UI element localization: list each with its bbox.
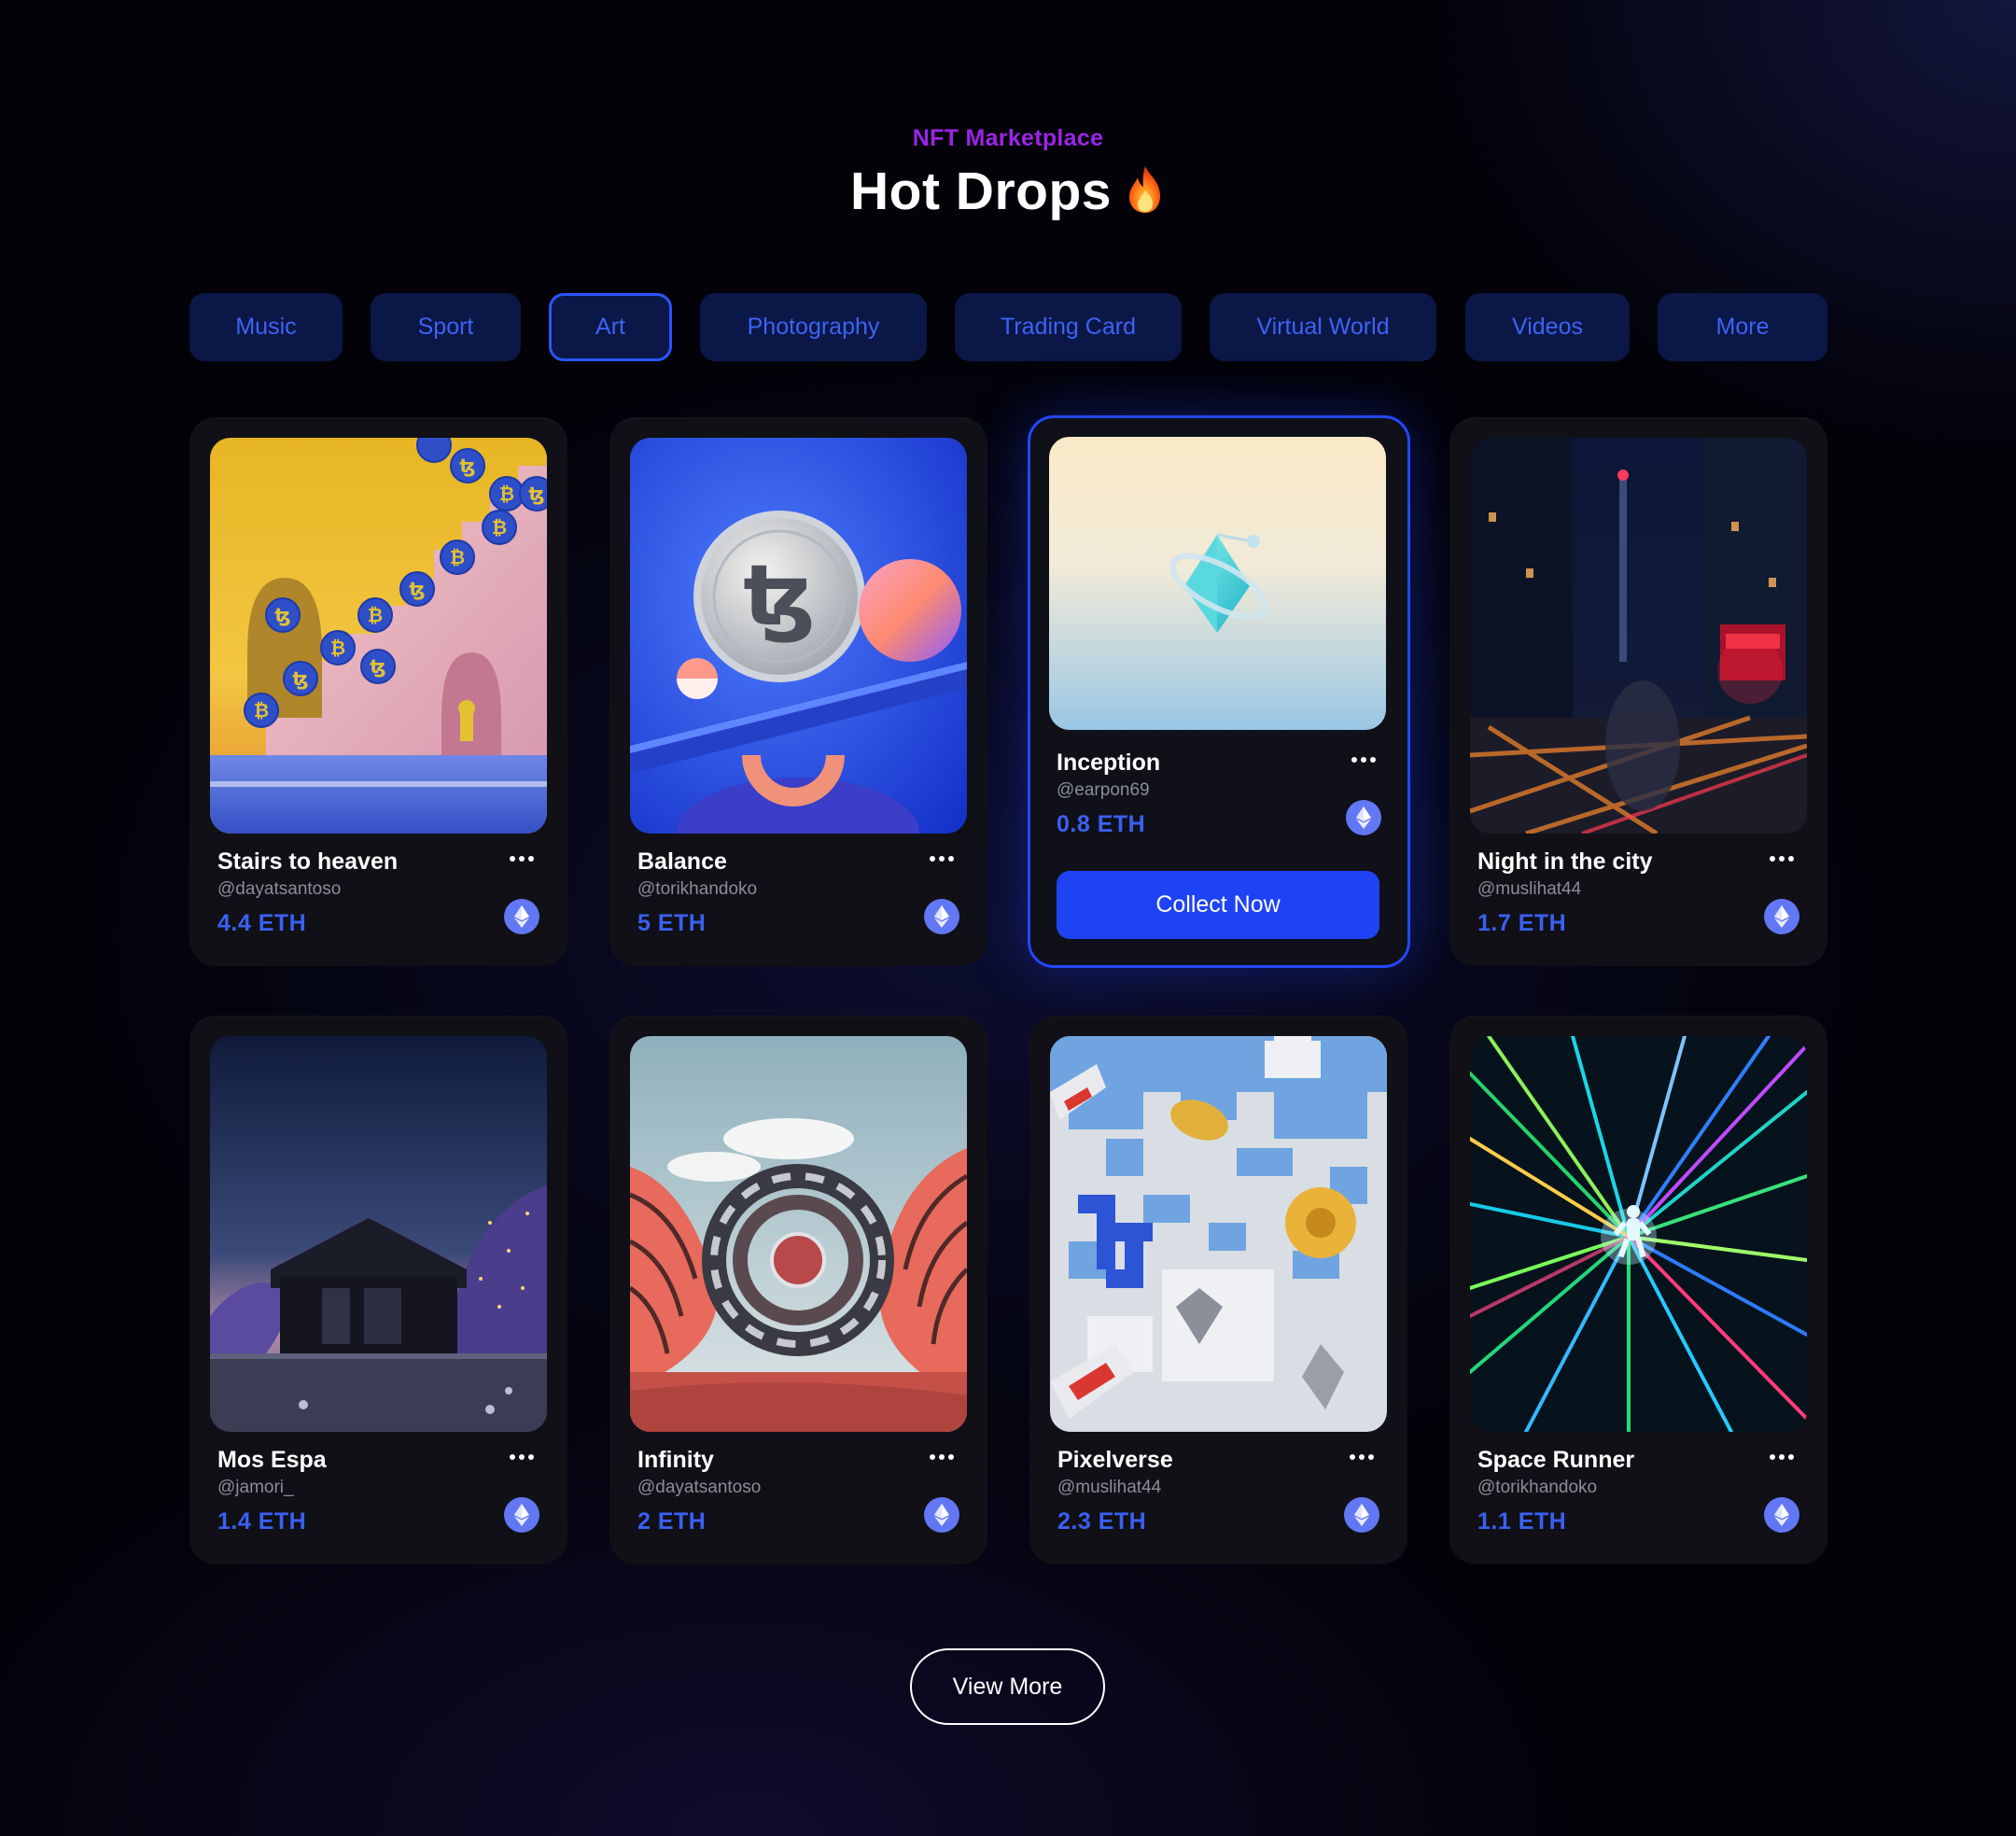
night-city-artwork [1470,438,1807,834]
svg-text:₿: ₿ [254,699,269,722]
svg-text:ꜩ: ꜩ [274,604,290,626]
fire-icon [1125,164,1166,228]
svg-text:ꜩ: ꜩ [528,483,544,505]
balance-artwork: ꜩ [630,438,967,834]
nft-image[interactable] [1049,437,1386,730]
svg-text:ꜩ: ꜩ [292,667,308,690]
mos-espa-artwork [210,1036,547,1432]
nft-price: 1.4 ETH [217,1508,307,1535]
collect-now-button[interactable]: Collect Now [1057,871,1379,939]
nft-price: 2.3 ETH [1057,1508,1147,1535]
more-options-icon[interactable] [1348,1451,1376,1464]
ethereum-icon[interactable] [1764,899,1799,934]
nft-title: Infinity [637,1447,714,1473]
creator-handle[interactable]: @torikhandoko [1477,1478,1597,1498]
nft-price: 1.1 ETH [1477,1508,1567,1535]
more-options-icon[interactable] [928,852,956,865]
more-options-icon[interactable] [1350,753,1378,766]
nft-card-inception[interactable]: Inception @earpon69 0.8 ETH Collect Now [1028,415,1410,968]
nft-title: Night in the city [1477,848,1653,875]
nft-price: 4.4 ETH [217,910,307,936]
ethereum-icon[interactable] [924,899,959,934]
ethereum-icon[interactable] [924,1497,959,1533]
ethereum-icon[interactable] [1344,1497,1379,1533]
inception-artwork [1049,437,1386,730]
ethereum-icon[interactable] [504,899,539,934]
nft-title: Mos Espa [217,1447,327,1473]
category-tabs: Music Sport Art Photography Trading Card… [0,293,2016,361]
svg-text:₿: ₿ [368,604,383,626]
nft-image[interactable]: ₿ ꜩ ₿ ₿ ꜩ ₿ ₿ ₿ ꜩ ꜩ ꜩ ꜩ [210,438,547,834]
creator-handle[interactable]: @earpon69 [1057,780,1150,801]
creator-handle[interactable]: @dayatsantoso [637,1478,761,1498]
pixelverse-artwork [1050,1036,1387,1432]
svg-text:₿: ₿ [450,546,465,568]
more-options-icon[interactable] [1768,1451,1796,1464]
nft-image[interactable] [1050,1036,1387,1432]
nft-title: Space Runner [1477,1447,1635,1473]
view-more-button[interactable]: View More [910,1648,1105,1725]
nft-card-night-in-the-city[interactable]: Night in the city @muslihat44 1.7 ETH [1449,417,1827,966]
nft-image[interactable] [630,1036,967,1432]
section-eyebrow: NFT Marketplace [912,125,1104,151]
nft-card-mos-espa[interactable]: Mos Espa @jamori_ 1.4 ETH [189,1016,567,1564]
more-options-icon[interactable] [508,852,536,865]
ethereum-icon[interactable] [504,1497,539,1533]
creator-handle[interactable]: @dayatsantoso [217,879,341,900]
infinity-artwork [630,1036,967,1432]
tab-videos[interactable]: Videos [1465,293,1630,361]
nft-title: Stairs to heaven [217,848,399,875]
page-title: Hot Drops [0,161,2016,228]
nft-price: 0.8 ETH [1057,811,1146,837]
creator-handle[interactable]: @muslihat44 [1477,879,1581,900]
tab-virtual-world[interactable]: Virtual World [1210,293,1436,361]
tab-music[interactable]: Music [189,293,343,361]
ethereum-icon[interactable] [1764,1497,1799,1533]
tab-trading-card[interactable]: Trading Card [955,293,1182,361]
nft-title: Inception [1057,750,1161,776]
svg-text:₿: ₿ [492,516,507,539]
tab-photography[interactable]: Photography [700,293,927,361]
more-options-icon[interactable] [928,1451,956,1464]
nft-price: 1.7 ETH [1477,910,1567,936]
nft-price: 2 ETH [637,1508,707,1535]
nft-image[interactable] [1470,1036,1807,1432]
page-title-text: Hot Drops [850,161,1112,221]
creator-handle[interactable]: @muslihat44 [1057,1478,1161,1498]
nft-card-stairs-to-heaven[interactable]: ₿ ꜩ ₿ ₿ ꜩ ₿ ₿ ₿ ꜩ ꜩ ꜩ ꜩ Stairs to heaven @dayats… [189,417,567,966]
nft-card-space-runner[interactable]: Space Runner @torikhandoko 1.1 ETH [1449,1016,1827,1564]
svg-text:ꜩ: ꜩ [370,655,385,678]
creator-handle[interactable]: @jamori_ [217,1478,294,1498]
nft-image[interactable] [210,1036,547,1432]
ethereum-icon[interactable] [1346,800,1381,835]
more-options-icon[interactable] [1768,852,1796,865]
stairs-artwork: ₿ ꜩ ₿ ₿ ꜩ ₿ ₿ ₿ ꜩ ꜩ ꜩ ꜩ [210,438,547,834]
nft-image[interactable]: ꜩ [630,438,967,834]
nft-card-infinity[interactable]: Infinity @dayatsantoso 2 ETH [609,1016,987,1564]
space-runner-artwork [1470,1036,1807,1432]
creator-handle[interactable]: @torikhandoko [637,879,757,900]
nft-title: Balance [637,848,727,875]
more-options-icon[interactable] [508,1451,536,1464]
nft-title: Pixelverse [1057,1447,1173,1473]
nft-card-balance[interactable]: ꜩ Balance @torikhandoko 5 ETH [609,417,987,966]
svg-text:₿: ₿ [499,483,514,505]
svg-text:ꜩ: ꜩ [743,547,815,645]
svg-text:ꜩ: ꜩ [409,578,425,600]
svg-text:₿: ₿ [330,637,345,659]
svg-text:ꜩ: ꜩ [459,455,475,477]
tab-art[interactable]: Art [549,293,672,361]
tab-sport[interactable]: Sport [371,293,521,361]
nft-card-pixelverse[interactable]: Pixelverse @muslihat44 2.3 ETH [1029,1016,1407,1564]
nft-image[interactable] [1470,438,1807,834]
tab-more[interactable]: More [1658,293,1827,361]
nft-price: 5 ETH [637,910,707,936]
